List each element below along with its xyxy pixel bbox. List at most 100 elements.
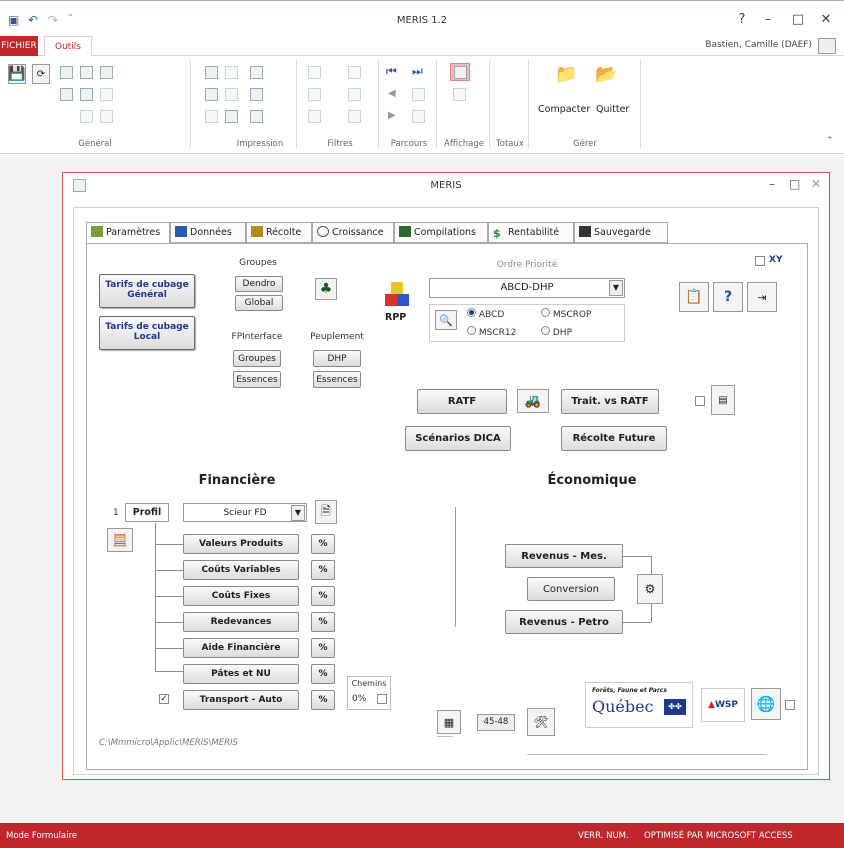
radio-dhp[interactable]: DHP [541, 326, 572, 338]
advanced-filter-icon[interactable] [348, 110, 361, 123]
report-icon[interactable]: ▤ [711, 385, 735, 415]
tab-parametres[interactable]: Paramètres [86, 222, 170, 244]
tab-rentabilite[interactable]: $ Rentabilité [488, 222, 574, 243]
tarifs-general-button[interactable]: Tarifs de cubage Général [99, 274, 195, 308]
form-view-icon[interactable] [450, 63, 470, 81]
machine-icon[interactable]: ▦ [437, 710, 461, 734]
previous-record-icon[interactable]: ◀ [388, 88, 396, 99]
export-icon[interactable] [250, 88, 263, 101]
couts-variables-button[interactable]: Coûts Variables [183, 560, 299, 580]
clipboard-icon[interactable]: 📋 [679, 282, 709, 312]
compacter-button[interactable]: Compacter [538, 104, 590, 115]
print-preview-icon[interactable] [205, 66, 218, 79]
form-close-button[interactable]: ✕ [811, 177, 821, 191]
page-icon[interactable] [205, 110, 218, 123]
goto-record-icon[interactable] [412, 110, 425, 123]
paste-icon[interactable] [60, 88, 73, 101]
minimize-button[interactable]: – [760, 12, 776, 27]
search-icon[interactable]: 🔍 [435, 310, 457, 330]
tarifs-local-button[interactable]: Tarifs de cubage Local [99, 316, 195, 350]
groupes-button[interactable]: Groupes [233, 350, 281, 367]
sort-desc-icon[interactable] [308, 88, 321, 101]
global-button[interactable]: Global [235, 295, 283, 311]
ordre-priorite-select[interactable]: ABCD-DHP ▼ [429, 278, 625, 298]
radio-mscr12[interactable]: MSCR12 [467, 326, 516, 338]
zoom-icon[interactable] [205, 88, 218, 101]
page-setup-icon[interactable] [225, 66, 238, 79]
replace-icon[interactable] [100, 110, 113, 123]
last-record-icon[interactable]: ⏭ [412, 64, 423, 79]
undo-icon[interactable] [100, 66, 113, 79]
close-button[interactable]: ✕ [818, 12, 834, 27]
globe-checkbox[interactable] [785, 700, 795, 710]
harvest-machine-icon[interactable]: 🚜 [517, 389, 549, 413]
pct-couts-fixes-button[interactable]: % [311, 586, 335, 606]
datasheet-view-icon[interactable] [453, 88, 466, 101]
cut-icon[interactable] [60, 66, 73, 79]
essences2-button[interactable]: Essences [313, 371, 361, 388]
exit-door-icon[interactable]: ⇥ [747, 282, 777, 312]
radio-mscrop[interactable]: MSCROP [541, 308, 591, 320]
find-icon[interactable] [80, 88, 93, 101]
calculator-icon[interactable]: 🧮 [107, 528, 133, 552]
revenus-mes-button[interactable]: Revenus - Mes. [505, 544, 623, 568]
redo-icon[interactable] [100, 88, 113, 101]
conversion-button[interactable]: Conversion [527, 577, 615, 601]
first-record-icon[interactable]: ⏮ [386, 64, 397, 79]
radio-dhp-dot[interactable] [541, 326, 550, 335]
transport-auto-button[interactable]: Transport - Auto [183, 690, 299, 710]
form-minimize-button[interactable]: – [769, 177, 775, 191]
tab-donnees[interactable]: Données [170, 222, 246, 243]
radio-abcd-dot[interactable] [467, 308, 476, 317]
range-field[interactable]: 45-48 [477, 714, 515, 731]
rpp-cubes-icon[interactable] [383, 282, 411, 310]
redevances-button[interactable]: Redevances [183, 612, 299, 632]
transport-checkbox[interactable]: ✓ [159, 694, 169, 704]
chemins-checkbox[interactable] [377, 694, 387, 704]
pct-couts-variables-button[interactable]: % [311, 560, 335, 580]
pct-transport-button[interactable]: % [311, 690, 335, 710]
help-icon[interactable]: ? [713, 282, 743, 312]
collapse-ribbon-icon[interactable]: ⌃ [826, 136, 834, 146]
grid-icon[interactable] [225, 88, 238, 101]
essences-button[interactable]: Essences [233, 371, 281, 388]
chevron-down-icon[interactable]: ▼ [609, 280, 623, 296]
refresh-icon[interactable]: ⟳ [32, 64, 50, 84]
wrench-icon[interactable]: 🛠 [527, 708, 555, 736]
ratf-button[interactable]: RATF [417, 389, 507, 414]
trait-vs-ratf-button[interactable]: Trait. vs RATF [561, 389, 659, 414]
close-preview-icon[interactable] [225, 110, 238, 123]
recolte-future-button[interactable]: Récolte Future [561, 426, 667, 451]
next-record-icon[interactable]: ▶ [388, 110, 396, 121]
avatar[interactable] [818, 38, 836, 54]
globe-icon[interactable]: 🌐 [751, 688, 781, 720]
pct-aide-button[interactable]: % [311, 638, 335, 658]
new-record-icon[interactable] [412, 88, 425, 101]
quit-icon[interactable]: 📂 [595, 64, 621, 92]
xy-checkbox[interactable] [755, 256, 765, 266]
help-button[interactable]: ? [734, 12, 750, 27]
trees-icon[interactable]: ♣ [315, 278, 337, 300]
radio-abcd[interactable]: ABCD [467, 308, 504, 320]
revenus-petro-button[interactable]: Revenus - Petro [505, 610, 623, 634]
form-maximize-button[interactable]: □ [789, 177, 800, 191]
clear-filter-icon[interactable] [348, 88, 361, 101]
radio-mscrop-dot[interactable] [541, 308, 550, 317]
tab-outils[interactable]: Outils [44, 36, 92, 57]
aide-financiere-button[interactable]: Aide Financière [183, 638, 299, 658]
copy-icon[interactable] [80, 66, 93, 79]
user-name[interactable]: Bastien, Camille (DAEF) [705, 40, 812, 50]
quitter-button[interactable]: Quitter [596, 104, 629, 115]
maximize-button[interactable]: □ [790, 12, 806, 27]
scenarios-dica-button[interactable]: Scénarios DICA [405, 426, 511, 451]
dendro-button[interactable]: Dendro [235, 276, 283, 292]
radio-mscr12-dot[interactable] [467, 326, 476, 335]
save-icon[interactable]: 💾 [8, 64, 26, 84]
tab-sauvegarde[interactable]: Sauvegarde [574, 222, 668, 243]
print-icon[interactable] [250, 66, 263, 79]
chevron-down-icon[interactable]: ▼ [291, 505, 305, 521]
tab-croissance[interactable]: Croissance [312, 222, 394, 243]
tab-recolte[interactable]: Récolte [246, 222, 312, 243]
filter-icon[interactable] [348, 66, 361, 79]
sort-asc-icon[interactable] [308, 66, 321, 79]
